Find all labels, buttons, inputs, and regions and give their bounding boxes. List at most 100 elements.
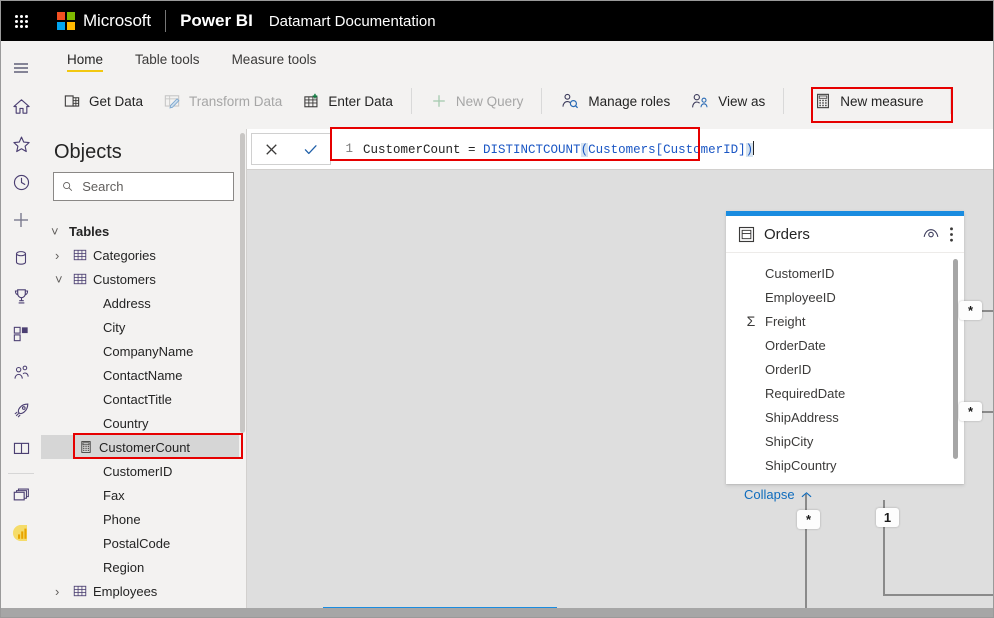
- commit-formula-button[interactable]: [294, 135, 328, 163]
- field-label: RequiredDate: [765, 385, 846, 401]
- sidebar-item-recent[interactable]: [1, 163, 41, 201]
- tree-label-employees: Employees: [93, 583, 158, 599]
- search-input[interactable]: [80, 178, 225, 195]
- enter-data-button[interactable]: Enter Data: [292, 86, 403, 116]
- sidebar-item-apps[interactable]: [1, 315, 41, 353]
- field-row[interactable]: EmployeeID: [726, 285, 964, 309]
- command-divider-1: [410, 88, 412, 114]
- search-box[interactable]: [53, 172, 234, 201]
- formula-argument: Customers[CustomerID]: [588, 143, 746, 157]
- tree-node-tables[interactable]: ˅ Tables: [41, 219, 246, 243]
- plus-icon: [14, 213, 28, 227]
- view-as-label: View as: [718, 93, 766, 109]
- tree-node-customercount[interactable]: CustomerCount: [41, 435, 246, 459]
- chevron-right-icon[interactable]: ›: [55, 248, 67, 263]
- sidebar-item-goals[interactable]: [1, 277, 41, 315]
- tree-node-contactname[interactable]: ContactName: [41, 363, 246, 387]
- sidebar-item-shared[interactable]: [1, 353, 41, 391]
- tab-home[interactable]: Home: [51, 47, 120, 73]
- tree-label-phone: Phone: [103, 511, 141, 527]
- field-label: Freight: [765, 313, 806, 329]
- model-diagram-canvas[interactable]: Orders CustomerID EmployeeID Σ Freight O…: [247, 170, 993, 617]
- field-row[interactable]: ShipAddress: [726, 405, 964, 429]
- tree-node-customerid[interactable]: CustomerID: [41, 459, 246, 483]
- field-row[interactable]: ShipCountry: [726, 453, 964, 477]
- tree-node-region[interactable]: Region: [41, 555, 246, 579]
- cardinality-chip-many-right-lower[interactable]: *: [959, 402, 982, 421]
- formula-input[interactable]: 1 CustomerCount = DISTINCTCOUNT(Customer…: [339, 134, 755, 164]
- text-caret: [753, 141, 755, 155]
- field-row[interactable]: OrderDate: [726, 333, 964, 357]
- transform-data-label: Transform Data: [189, 93, 283, 109]
- sidebar-item-learn[interactable]: [1, 429, 41, 467]
- new-measure-button[interactable]: New measure: [804, 86, 933, 116]
- sidebar-item-create[interactable]: [1, 201, 41, 239]
- sidebar-item-deployment[interactable]: [1, 391, 41, 429]
- app-launcher-button[interactable]: [1, 1, 41, 41]
- manage-roles-button[interactable]: Manage roles: [550, 85, 680, 117]
- sidebar-item-datahub[interactable]: [1, 239, 41, 277]
- field-row[interactable]: ShipCity: [726, 429, 964, 453]
- tree-node-employees[interactable]: › Employees: [41, 579, 246, 603]
- new-query-button[interactable]: New Query: [420, 86, 534, 116]
- tab-table-tools[interactable]: Table tools: [119, 47, 216, 73]
- field-row[interactable]: CustomerID: [726, 261, 964, 285]
- workspaces-icon: [13, 488, 29, 500]
- objects-scrollbar-track[interactable]: [239, 129, 246, 617]
- get-data-button[interactable]: Get Data: [53, 86, 153, 116]
- tree-node-postalcode[interactable]: PostalCode: [41, 531, 246, 555]
- tree-node-phone[interactable]: Phone: [41, 507, 246, 531]
- power-bi-brand-button[interactable]: [1, 514, 41, 552]
- top-navigation-bar: Microsoft Power BI Datamart Documentatio…: [1, 1, 993, 41]
- card-scrollbar-thumb[interactable]: [953, 259, 958, 459]
- transform-data-button[interactable]: Transform Data: [153, 86, 292, 116]
- tree-node-customers[interactable]: ˅ Customers: [41, 267, 246, 291]
- tree-label-region: Region: [103, 559, 145, 575]
- nav-menu-button[interactable]: [1, 49, 41, 87]
- preview-data-button[interactable]: [922, 227, 940, 241]
- objects-panel-title: Objects: [54, 141, 122, 163]
- collapse-card-button[interactable]: Collapse: [726, 479, 964, 512]
- microsoft-label: Microsoft: [83, 11, 152, 30]
- view-as-button[interactable]: View as: [680, 85, 775, 117]
- sidebar-item-favorites[interactable]: [1, 125, 41, 163]
- horizontal-scrollbar[interactable]: [1, 608, 993, 617]
- table-card-orders[interactable]: Orders CustomerID EmployeeID Σ Freight O…: [726, 211, 964, 502]
- tree-node-address[interactable]: Address: [41, 291, 246, 315]
- cardinality-chip-many-right-upper[interactable]: *: [959, 301, 982, 320]
- sidebar-item-home[interactable]: [1, 87, 41, 125]
- sidebar-item-workspaces[interactable]: [1, 476, 41, 514]
- field-label: EmployeeID: [765, 289, 836, 305]
- tab-measure-tools[interactable]: Measure tools: [216, 47, 333, 73]
- cardinality-chip-one-below[interactable]: 1: [876, 508, 899, 527]
- tree-label-customerid: CustomerID: [103, 463, 173, 479]
- tree-node-fax[interactable]: Fax: [41, 483, 246, 507]
- card-field-list: CustomerID EmployeeID Σ Freight OrderDat…: [726, 253, 964, 479]
- microsoft-brand[interactable]: Microsoft: [57, 11, 151, 31]
- tree-node-companyname[interactable]: CompanyName: [41, 339, 246, 363]
- manage-roles-icon: [562, 93, 579, 109]
- field-row[interactable]: Σ Freight: [726, 309, 964, 333]
- table-icon: [73, 248, 87, 262]
- cancel-formula-button[interactable]: [255, 135, 289, 163]
- chevron-down-icon[interactable]: ˅: [51, 224, 63, 239]
- close-icon: [266, 143, 277, 155]
- card-more-options-button[interactable]: [949, 226, 954, 243]
- tree-node-city[interactable]: City: [41, 315, 246, 339]
- trophy-icon: [14, 288, 28, 304]
- tree-node-contacttitle[interactable]: ContactTitle: [41, 387, 246, 411]
- left-navigation-rail: [1, 41, 42, 617]
- tree-node-country[interactable]: Country: [41, 411, 246, 435]
- cardinality-chip-many-below[interactable]: *: [797, 510, 820, 529]
- objects-scrollbar-thumb[interactable]: [240, 133, 245, 433]
- card-title-orders: Orders: [764, 225, 810, 243]
- tree-node-categories[interactable]: › Categories: [41, 243, 246, 267]
- dax-formula-bar: 1 CustomerCount = DISTINCTCOUNT(Customer…: [247, 129, 993, 170]
- field-row[interactable]: RequiredDate: [726, 381, 964, 405]
- power-bi-datamart-editor: Microsoft Power BI Datamart Documentatio…: [0, 0, 994, 618]
- chevron-down-icon[interactable]: ˅: [55, 272, 67, 287]
- chevron-right-icon[interactable]: ›: [55, 584, 67, 599]
- product-name[interactable]: Power BI: [180, 11, 253, 31]
- field-row[interactable]: OrderID: [726, 357, 964, 381]
- field-label: ShipCountry: [765, 457, 837, 473]
